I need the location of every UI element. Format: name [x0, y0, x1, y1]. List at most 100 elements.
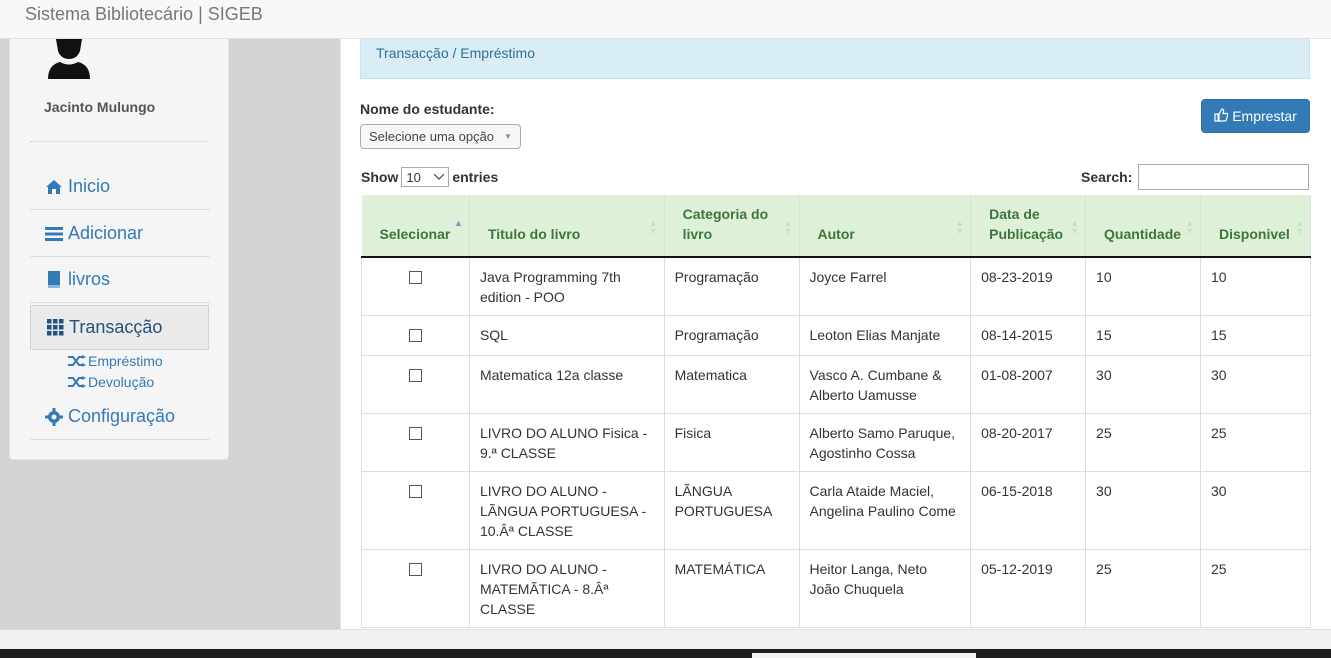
sidebar-subitem-label: Empréstimo: [88, 353, 163, 369]
row-checkbox[interactable]: [408, 329, 422, 342]
quantity-cell: 25: [1085, 413, 1201, 472]
row-checkbox[interactable]: [408, 427, 422, 440]
sidebar-item-livros[interactable]: livros: [30, 257, 210, 303]
sidebar-divider: [30, 141, 210, 142]
available-cell: 10: [1200, 256, 1311, 316]
search-control: Search:: [1081, 164, 1310, 190]
date-cell: 05-12-2019: [970, 549, 1087, 628]
shuffle-icon: [68, 355, 86, 367]
sidebar-subitem-devolucao[interactable]: Devolução: [68, 374, 154, 390]
table-row: SQL Programação Leoton Elias Manjate 08-…: [361, 315, 1311, 356]
column-header-selecionar[interactable]: Selecionar ▲: [361, 195, 470, 258]
sidebar-item-label: Inicio: [68, 176, 111, 196]
author-cell: Joyce Farrel: [798, 256, 972, 316]
sort-icon: ▲ ▼: [1070, 218, 1080, 236]
list-icon: [44, 225, 64, 243]
select-cell: [361, 549, 470, 628]
sidebar-item-adicionar[interactable]: Adicionar: [30, 211, 210, 257]
sort-icon: ▲ ▼: [1185, 218, 1194, 236]
quantity-cell: 15: [1085, 315, 1201, 356]
sort-asc-icon: ▲: [454, 218, 463, 228]
breadcrumb-text[interactable]: Transacção / Empréstimo: [376, 45, 535, 61]
user-name: Jacinto Mulungo: [44, 99, 156, 115]
row-checkbox[interactable]: [408, 563, 422, 576]
sidebar-item-inicio[interactable]: Inicio: [30, 164, 210, 210]
length-control: Show 10 entries: [361, 167, 498, 187]
home-icon: [44, 178, 64, 196]
select-cell: [361, 315, 470, 356]
category-cell: Matematica: [663, 355, 800, 414]
quantity-cell: 30: [1085, 471, 1201, 550]
date-cell: 01-08-2007: [970, 355, 1087, 414]
column-header-titulo[interactable]: Titulo do livro ▲ ▼: [469, 195, 665, 258]
sidebar-subitem-emprestimo[interactable]: Empréstimo: [68, 353, 163, 369]
title-cell: SQL: [468, 315, 665, 356]
category-cell: Programação: [663, 256, 800, 316]
row-checkbox[interactable]: [408, 271, 422, 284]
column-header-quantidade[interactable]: Quantidade ▲ ▼: [1085, 195, 1201, 258]
column-header-categoria[interactable]: Categoria do livro ▲ ▼: [664, 195, 800, 258]
author-cell: Carla Ataide Maciel, Angelina Paulino Co…: [798, 471, 972, 550]
sort-icon: ▲ ▼: [783, 218, 793, 236]
select-cell: [361, 355, 470, 414]
table-row: LIVRO DO ALUNO - LÃNGUA PORTUGUESA - 10.…: [361, 471, 1311, 550]
student-select-placeholder: Selecione uma opção: [369, 129, 495, 144]
table-header-row: Selecionar ▲ Titulo do livro ▲ ▼ Categoria …: [361, 195, 1311, 258]
author-cell: Alberto Samo Paruque, Agostinho Cossa: [798, 413, 972, 472]
top-navbar: Sistema Bibliotecário | SIGEB: [0, 0, 1331, 39]
taskbar-segment: [752, 653, 976, 658]
sidebar-item-transaccao[interactable]: Transacção: [30, 305, 209, 350]
date-cell: 06-15-2018: [970, 471, 1087, 550]
quantity-cell: 30: [1085, 355, 1201, 414]
quantity-cell: 25: [1085, 549, 1201, 628]
lend-button[interactable]: Emprestar: [1201, 99, 1310, 133]
column-header-disponivel[interactable]: Disponivel ▲ ▼: [1200, 195, 1311, 258]
column-header-data[interactable]: Data de Publicação ▲ ▼: [970, 195, 1087, 258]
shuffle-icon: [68, 376, 86, 388]
date-cell: 08-14-2015: [970, 315, 1087, 356]
table-row: Matematica 12a classe Matematica Vasco A…: [361, 355, 1311, 414]
sidebar-item-label: Configuração: [68, 406, 176, 426]
sidebar-item-configuracao[interactable]: Configuração: [30, 394, 210, 440]
sidebar: Jacinto Mulungo Inicio Adicionar livros …: [9, 39, 229, 460]
select-cell: [361, 471, 470, 550]
category-cell: Fisica: [663, 413, 800, 472]
student-label: Nome do estudante:: [360, 101, 495, 117]
row-checkbox[interactable]: [408, 369, 422, 382]
table-row: Java Programming 7th edition - POO Progr…: [361, 256, 1311, 316]
available-cell: 25: [1200, 413, 1311, 472]
sidebar-item-label: Adicionar: [68, 223, 144, 243]
lend-button-label: Emprestar: [1232, 108, 1297, 124]
category-cell: LÃNGUA PORTUGUESA: [663, 471, 800, 550]
horizontal-scrollbar[interactable]: [0, 629, 1331, 649]
date-cell: 08-23-2019: [970, 256, 1087, 316]
title-cell: Java Programming 7th edition - POO: [468, 256, 665, 316]
sort-icon: ▲ ▼: [955, 218, 965, 236]
sort-icon: ▲ ▼: [648, 218, 658, 236]
available-cell: 15: [1200, 315, 1311, 356]
available-cell: 30: [1200, 355, 1311, 414]
row-checkbox[interactable]: [408, 485, 422, 498]
book-icon: [44, 270, 64, 289]
entries-value: 10: [406, 169, 421, 185]
gear-icon: [44, 407, 64, 426]
entries-select[interactable]: 10: [401, 167, 450, 187]
quantity-cell: 10: [1085, 256, 1201, 316]
title-cell: LIVRO DO ALUNO - MATEMÃTICA - 8.Âª CLASS…: [468, 549, 665, 628]
show-label: Show: [361, 169, 399, 185]
os-taskbar: [0, 649, 1331, 658]
sidebar-subitem-label: Devolução: [88, 374, 155, 390]
main-content: Transacção / Empréstimo Nome do estudant…: [340, 39, 1331, 629]
student-select[interactable]: Selecione uma opção ▼: [360, 124, 521, 149]
select-cell: [361, 413, 470, 472]
chevron-down-icon: [434, 174, 445, 180]
thumbs-up-icon: [1214, 107, 1229, 125]
category-cell: MATEMÁTICA: [663, 549, 800, 628]
column-header-autor[interactable]: Autor ▲ ▼: [799, 195, 972, 258]
sort-icon: ▲ ▼: [1295, 218, 1304, 236]
search-input[interactable]: [1138, 164, 1310, 190]
table-row: LIVRO DO ALUNO - MATEMÃTICA - 8.Âª CLASS…: [361, 549, 1311, 628]
books-table: Selecionar ▲ Titulo do livro ▲ ▼ Categoria …: [361, 195, 1311, 628]
user-avatar-icon: [46, 39, 92, 79]
app-brand[interactable]: Sistema Bibliotecário | SIGEB: [25, 4, 263, 25]
